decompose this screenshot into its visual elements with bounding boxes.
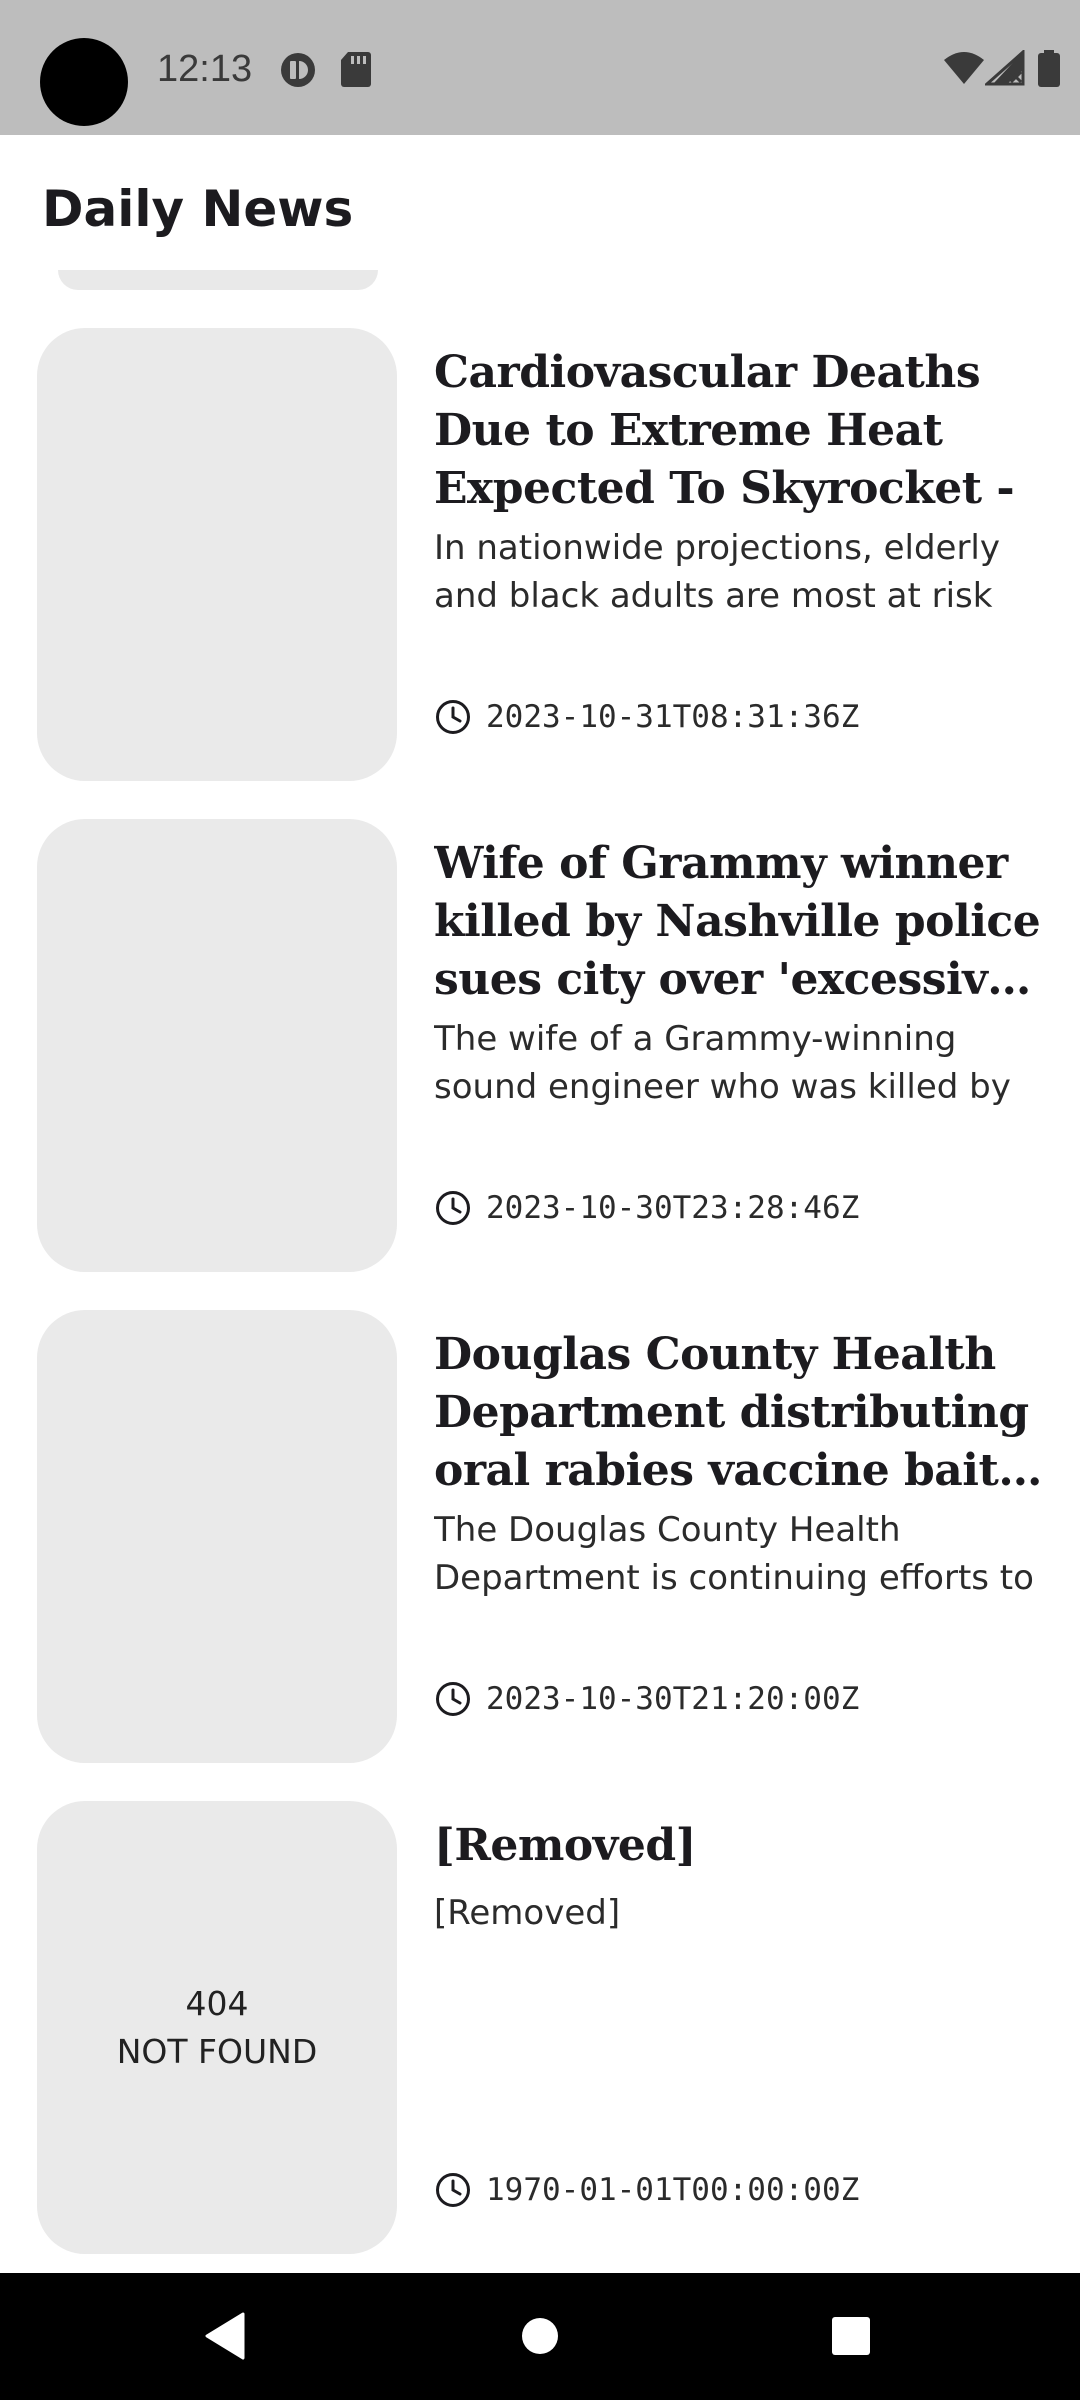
article-timestamp: 2023-10-30T23:28:46Z xyxy=(486,1190,860,1226)
clock-icon xyxy=(436,1682,470,1716)
clock-icon xyxy=(436,700,470,734)
recents-icon xyxy=(832,2317,870,2355)
article-card[interactable]: Cardiovascular Deaths Due to Extreme Hea… xyxy=(0,328,1080,783)
article-thumbnail xyxy=(37,328,397,781)
sd-card-icon xyxy=(340,50,372,92)
article-title: Cardiovascular Deaths Due to Extreme Hea… xyxy=(434,347,1015,514)
article-thumbnail xyxy=(37,819,397,1272)
private-dns-icon xyxy=(278,50,318,94)
back-button[interactable] xyxy=(190,2301,260,2371)
article-timestamp: 2023-10-30T21:20:00Z xyxy=(486,1681,860,1717)
article-title: [Removed] xyxy=(434,1820,696,1871)
clock-icon xyxy=(436,2173,470,2207)
article-time-row: 2023-10-30T21:20:00Z xyxy=(434,1674,859,1724)
status-bar: 12:13 xyxy=(0,0,1080,135)
home-button[interactable] xyxy=(505,2301,575,2371)
home-icon xyxy=(522,2318,558,2354)
article-title: Wife of Grammy winner killed by Nashvill… xyxy=(434,838,1041,1005)
camera-cutout xyxy=(40,38,128,126)
image-error-text: 404 NOT FOUND xyxy=(116,1983,318,2071)
article-summary: The wife of a Grammy-winning sound engin… xyxy=(434,1019,1011,1107)
article-summary: The Douglas County Health Department is … xyxy=(434,1510,1034,1598)
article-thumbnail xyxy=(37,1310,397,1763)
article-time-row: 2023-10-30T23:28:46Z xyxy=(434,1183,859,1233)
article-summary: In nationwide projections, elderly and b… xyxy=(434,528,1000,616)
article-time-row: 1970-01-01T00:00:00Z xyxy=(434,2165,859,2215)
navigation-bar xyxy=(0,2273,1080,2400)
partially-visible-card[interactable] xyxy=(58,270,378,290)
battery-icon xyxy=(1037,50,1061,92)
clock-icon xyxy=(436,1191,470,1225)
article-timestamp: 1970-01-01T00:00:00Z xyxy=(486,2172,860,2208)
article-time-row: 2023-10-31T08:31:36Z xyxy=(434,692,859,742)
article-card[interactable]: Wife of Grammy winner killed by Nashvill… xyxy=(0,819,1080,1274)
article-thumbnail: 404 NOT FOUND xyxy=(37,1801,397,2254)
app-bar: Daily News xyxy=(0,135,1080,285)
status-time: 12:13 xyxy=(157,48,253,90)
app-title: Daily News xyxy=(42,180,354,238)
article-timestamp: 2023-10-31T08:31:36Z xyxy=(486,699,860,735)
article-card[interactable]: Douglas County Health Department distrib… xyxy=(0,1310,1080,1765)
recents-button[interactable] xyxy=(816,2301,886,2371)
wifi-icon xyxy=(943,50,985,90)
back-icon xyxy=(205,2312,245,2360)
article-summary: [Removed] xyxy=(434,1893,621,1933)
article-title: Douglas County Health Department distrib… xyxy=(434,1329,1029,1496)
cellular-no-signal-icon xyxy=(983,48,1025,90)
article-card[interactable]: 404 NOT FOUND [Removed] [Removed] 1970-0… xyxy=(0,1801,1080,2256)
